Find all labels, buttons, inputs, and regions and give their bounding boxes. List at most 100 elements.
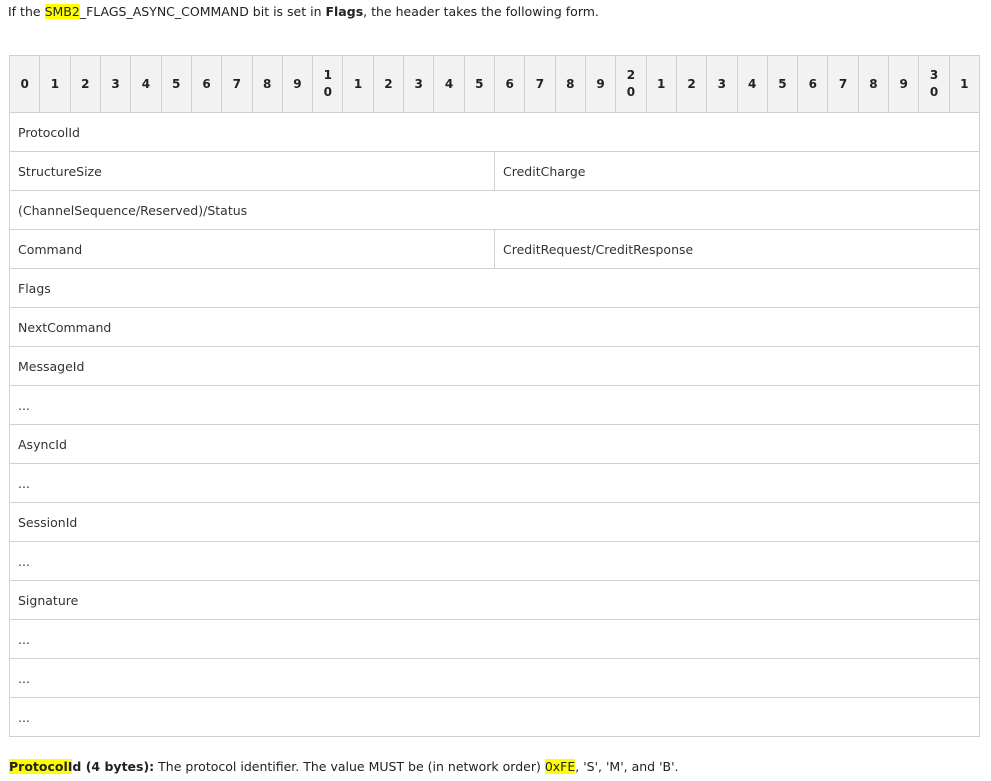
bit-digit: 7: [838, 76, 848, 91]
field-cell: CreditCharge: [494, 151, 980, 191]
bit-number-25: 5: [766, 55, 799, 113]
bit-number-21: 1: [645, 55, 677, 113]
bit-digit: 9: [293, 76, 302, 91]
footer-value-highlight: 0xFE: [544, 759, 576, 774]
table-row: ...: [9, 463, 980, 503]
bit-digit: 5: [475, 76, 484, 91]
field-cell: ...: [9, 658, 980, 698]
bit-number-18: 8: [554, 55, 586, 113]
table-row: ProtocolId: [9, 112, 980, 152]
bit-number-9: 9: [281, 55, 314, 113]
bit-digit: 2: [81, 76, 90, 91]
table-row: Command CreditRequest/CreditResponse: [9, 229, 980, 269]
table-row: SessionId: [9, 502, 980, 542]
bit-number-2: 2: [69, 55, 101, 113]
bit-number-17: 7: [524, 55, 556, 113]
bit-digit: 8: [869, 76, 878, 91]
bit-number-3: 3: [99, 55, 132, 113]
footer-value-rest: , 'S', 'M', and 'B'.: [575, 759, 679, 774]
bit-digit: 9: [596, 76, 605, 91]
bit-digit: 1: [657, 76, 666, 91]
field-cell: ...: [9, 385, 980, 425]
table-row: AsyncId: [9, 424, 980, 464]
bit-digit: 4: [141, 76, 151, 91]
bit-number-19: 9: [584, 55, 617, 113]
table-row: NextCommand: [9, 307, 980, 347]
field-cell: StructureSize: [9, 151, 495, 191]
intro-suffix: , the header takes the following form.: [363, 4, 599, 19]
intro-highlight: SMB2: [44, 4, 80, 19]
bit-number-5: 5: [160, 55, 192, 113]
bit-digit: 4: [444, 76, 454, 91]
intro-mid: _FLAGS_ASYNC_COMMAND bit is set in: [79, 4, 326, 19]
footer-term-highlight: ProtocolI: [9, 759, 73, 774]
bit-digit: 2: [384, 76, 393, 91]
field-cell: NextCommand: [9, 307, 980, 347]
smb2-header-table: 01234567891012345678920123456789301 Prot…: [8, 55, 981, 737]
bit-number-31: 1: [948, 55, 981, 113]
field-cell: Flags: [9, 268, 980, 308]
bit-digit: 9: [899, 76, 908, 91]
bit-digit: 7: [232, 76, 242, 91]
bit-digit: 1: [353, 76, 363, 91]
bit-number-6: 6: [190, 55, 223, 113]
bit-digit: 8: [262, 76, 272, 91]
intro-paragraph: If the SMB2_FLAGS_ASYNC_COMMAND bit is s…: [8, 4, 599, 20]
field-cell: (ChannelSequence/Reserved)/Status: [9, 190, 980, 230]
bit-number-14: 4: [433, 55, 465, 113]
footer-term-rest: d (4 bytes):: [72, 759, 155, 774]
field-cell: SessionId: [9, 502, 980, 542]
field-cell: ...: [9, 619, 980, 659]
bit-digit: 6: [202, 76, 211, 91]
header-field-rows: ProtocolId StructureSize CreditCharge (Chan…: [9, 112, 980, 737]
bit-digit: 4: [747, 76, 757, 91]
bit-digit: 6: [808, 76, 817, 91]
field-cell: ...: [9, 697, 980, 737]
bit-number-4: 4: [130, 55, 162, 113]
field-cell: CreditRequest/CreditResponse: [494, 229, 980, 269]
bit-digit: 7: [535, 76, 545, 91]
bit-digit: 0: [929, 85, 939, 99]
field-cell: ...: [9, 541, 980, 581]
protocolid-description: ProtocolId (4 bytes): The protocol ident…: [9, 759, 679, 775]
bit-number-13: 3: [403, 55, 435, 113]
bit-number-26: 6: [797, 55, 829, 113]
bit-number-29: 9: [888, 55, 920, 113]
table-row: Signature: [9, 580, 980, 620]
table-row: ...: [9, 697, 980, 737]
bit-number-10: 10: [312, 55, 344, 113]
bit-number-30: 30: [918, 55, 950, 113]
bit-digit: 2: [687, 76, 696, 91]
bit-digit: 0: [20, 76, 29, 91]
bit-number-22: 2: [675, 55, 708, 113]
bit-digit: 3: [414, 76, 423, 91]
bit-digit: 1: [960, 76, 969, 91]
bit-number-11: 1: [342, 55, 374, 113]
bit-number-12: 2: [372, 55, 405, 113]
bit-digit: 3: [111, 76, 120, 91]
footer-text: The protocol identifier. The value MUST …: [154, 759, 545, 774]
bit-digit: 2: [626, 68, 636, 82]
bit-number-24: 4: [736, 55, 768, 113]
field-cell: ...: [9, 463, 980, 503]
table-row: ...: [9, 658, 980, 698]
bit-digit: 5: [778, 76, 787, 91]
bit-digit: 3: [717, 76, 727, 91]
table-row: MessageId: [9, 346, 980, 386]
table-row: ...: [9, 619, 980, 659]
field-cell: AsyncId: [9, 424, 980, 464]
table-row: (ChannelSequence/Reserved)/Status: [9, 190, 980, 230]
bit-digit: 3: [929, 68, 939, 82]
bit-number-20: 20: [615, 55, 647, 113]
bit-number-23: 3: [706, 55, 738, 113]
bit-number-7: 7: [221, 55, 253, 113]
field-cell: MessageId: [9, 346, 980, 386]
bit-digit: 1: [50, 76, 60, 91]
intro-prefix: If the: [8, 4, 45, 19]
bit-number-15: 5: [463, 55, 496, 113]
bit-number-0: 0: [8, 55, 41, 113]
bit-number-1: 1: [39, 55, 71, 113]
bit-digit: 5: [172, 76, 181, 91]
table-row: ...: [9, 541, 980, 581]
bit-digit: 8: [566, 76, 575, 91]
